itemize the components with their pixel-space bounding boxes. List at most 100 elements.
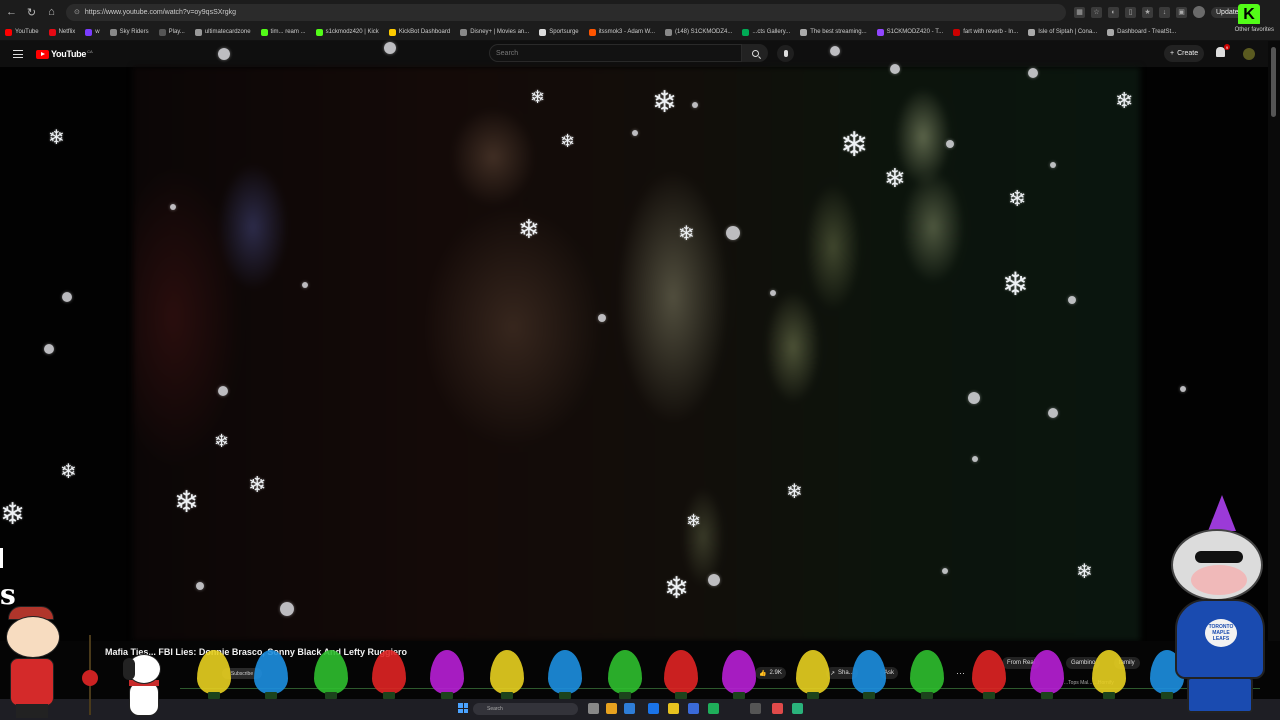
bookmark-item[interactable]: tim... ream ... bbox=[256, 28, 311, 36]
bookmark-item[interactable]: Isle of Siptah | Cona... bbox=[1023, 28, 1102, 36]
bookmark-item[interactable]: S1CKMODZ420 - T... bbox=[872, 28, 949, 36]
address-bar[interactable]: ⊙ https://www.youtube.com/watch?v=oy9qsS… bbox=[66, 3, 1066, 21]
bookmark-item[interactable]: w bbox=[80, 28, 104, 36]
bookmark-item[interactable]: Disney+ | Movies an... bbox=[455, 28, 534, 36]
video-player[interactable] bbox=[133, 67, 1140, 641]
snowflake-icon: ❄ bbox=[48, 127, 65, 149]
jersey-graphic: TORONTO MAPLE LEAFS bbox=[1175, 599, 1265, 679]
edge-browser-icon[interactable] bbox=[624, 703, 635, 714]
create-label: Create bbox=[1177, 50, 1199, 57]
task-view-icon[interactable] bbox=[588, 703, 599, 714]
like-button[interactable]: 👍 2.9K bbox=[755, 667, 786, 679]
snow-particle bbox=[1028, 68, 1038, 78]
snow-particle bbox=[726, 226, 740, 240]
extension-icons: ▦ ☆ ◐ ▯ ★ ↓ ▣ Update bbox=[1074, 6, 1244, 18]
more-actions-button[interactable]: ··· bbox=[956, 668, 965, 678]
bookmark-item[interactable]: s1ckmodz420 | Kick bbox=[311, 28, 384, 36]
search-input[interactable]: Search bbox=[489, 44, 742, 62]
hamburger-menu-icon[interactable] bbox=[13, 50, 23, 58]
snow-particle bbox=[196, 582, 204, 590]
bookmark-label: (148) S1CKMODZ4... bbox=[675, 29, 733, 35]
share-icon: ↗ bbox=[830, 670, 836, 677]
bookmark-favicon-icon bbox=[194, 28, 202, 36]
snowflake-icon: ❄ bbox=[686, 511, 702, 531]
bookmark-item[interactable]: itssmok3 - Adam W... bbox=[584, 28, 660, 36]
windows-taskbar bbox=[0, 699, 1280, 720]
site-info-icon[interactable]: ⊙ bbox=[74, 8, 80, 16]
snow-particle bbox=[770, 290, 776, 296]
notification-badge: 9 bbox=[1224, 44, 1230, 50]
url-text: https://www.youtube.com/watch?v=oy9qsSXr… bbox=[84, 8, 237, 16]
maple-leafs-logo: TORONTO MAPLE LEAFS bbox=[1205, 619, 1237, 647]
bookmark-item[interactable]: YouTube bbox=[0, 28, 44, 36]
bookmark-item[interactable]: Netflix bbox=[44, 28, 81, 36]
bookmark-item[interactable]: The best streaming... bbox=[795, 28, 871, 36]
edge-graphic bbox=[0, 548, 3, 568]
split-screen-icon[interactable]: ▯ bbox=[1125, 6, 1136, 18]
bookmark-item[interactable]: fart with reverb - In... bbox=[948, 28, 1023, 36]
home-icon[interactable]: ⌂ bbox=[43, 4, 60, 21]
bookmark-label: KickBot Dashboard bbox=[398, 29, 451, 35]
favorites-icon[interactable]: ★ bbox=[1142, 6, 1153, 18]
bookmark-item[interactable]: Dashboard - TreatSt... bbox=[1102, 28, 1181, 36]
file-explorer-icon[interactable] bbox=[606, 703, 617, 714]
snowflake-icon: ❄ bbox=[1076, 561, 1093, 583]
back-icon[interactable]: ← bbox=[3, 4, 20, 21]
bookmark-item[interactable]: KickBot Dashboard bbox=[384, 28, 455, 36]
bookmark-item[interactable]: ...cts Gallery... bbox=[737, 28, 795, 36]
ear-graphic bbox=[123, 658, 135, 680]
tab-grid-icon[interactable]: ▦ bbox=[1074, 6, 1085, 18]
profile-avatar[interactable] bbox=[1193, 6, 1205, 18]
bookmark-favicon-icon bbox=[109, 28, 117, 36]
bookmark-favicon-icon bbox=[85, 28, 93, 36]
search-button[interactable] bbox=[742, 44, 768, 62]
windows-start-icon[interactable] bbox=[458, 703, 468, 713]
bookmark-label: Netflix bbox=[58, 29, 76, 35]
taskbar-search[interactable]: Search bbox=[473, 703, 578, 715]
download-icon[interactable]: ↓ bbox=[1159, 6, 1170, 18]
snowflake-icon: ❄ bbox=[248, 472, 267, 497]
other-favorites[interactable]: Other favorites bbox=[1230, 27, 1274, 33]
chrome-icon[interactable] bbox=[648, 703, 659, 714]
snowflake-icon: ❄ bbox=[1002, 266, 1029, 302]
snow-particle bbox=[1048, 408, 1058, 418]
thumbs-up-icon: 👍 bbox=[759, 670, 767, 677]
monkey-head-graphic bbox=[1171, 529, 1263, 601]
jacket-graphic bbox=[10, 658, 54, 706]
shield-icon[interactable] bbox=[688, 703, 699, 714]
voice-search-button[interactable] bbox=[777, 45, 794, 62]
scrollbar-thumb[interactable] bbox=[1271, 47, 1276, 117]
bookmark-label: Dashboard - TreatSt... bbox=[1117, 29, 1177, 35]
reload-icon[interactable]: ↻ bbox=[23, 4, 40, 21]
christmas-tree-sticker bbox=[70, 615, 110, 715]
bookmark-item[interactable]: ultimatecardzone bbox=[190, 28, 256, 36]
snowflake-icon: ❄ bbox=[0, 498, 26, 531]
kick-logo-icon: K bbox=[1238, 4, 1260, 26]
snow-particle bbox=[1050, 162, 1056, 168]
account-avatar[interactable] bbox=[1243, 48, 1255, 60]
recorder-icon[interactable] bbox=[772, 703, 783, 714]
collections-icon[interactable]: ▣ bbox=[1176, 6, 1187, 18]
create-button[interactable]: + Create bbox=[1164, 45, 1205, 62]
legs-graphic bbox=[1187, 677, 1253, 713]
youtube-logo[interactable]: YouTube CA bbox=[36, 49, 93, 59]
snow-particle bbox=[1068, 296, 1076, 304]
snowflake-icon: ❄ bbox=[664, 572, 690, 605]
snowflake-icon: ❄ bbox=[1115, 88, 1134, 113]
steam-icon[interactable] bbox=[750, 703, 761, 714]
sunglasses-graphic bbox=[1195, 551, 1243, 563]
snow-particle bbox=[692, 102, 698, 108]
snow-particle bbox=[384, 42, 396, 54]
extension-icon[interactable]: ◐ bbox=[1108, 6, 1119, 18]
snow-particle bbox=[946, 140, 954, 148]
app-icon[interactable] bbox=[708, 703, 719, 714]
youtube-header: YouTube CA Search + Create 9 bbox=[0, 41, 1280, 67]
xbox-icon[interactable] bbox=[792, 703, 803, 714]
folder-icon[interactable] bbox=[668, 703, 679, 714]
favorite-star-icon[interactable]: ☆ bbox=[1091, 6, 1102, 18]
bookmark-item[interactable]: Sky Riders bbox=[105, 28, 154, 36]
bookmark-item[interactable]: Sportsurge bbox=[534, 28, 583, 36]
bookmark-item[interactable]: Play... bbox=[154, 28, 190, 36]
bookmark-item[interactable]: (148) S1CKMODZ4... bbox=[660, 28, 737, 36]
bookmark-label: itssmok3 - Adam W... bbox=[598, 29, 655, 35]
